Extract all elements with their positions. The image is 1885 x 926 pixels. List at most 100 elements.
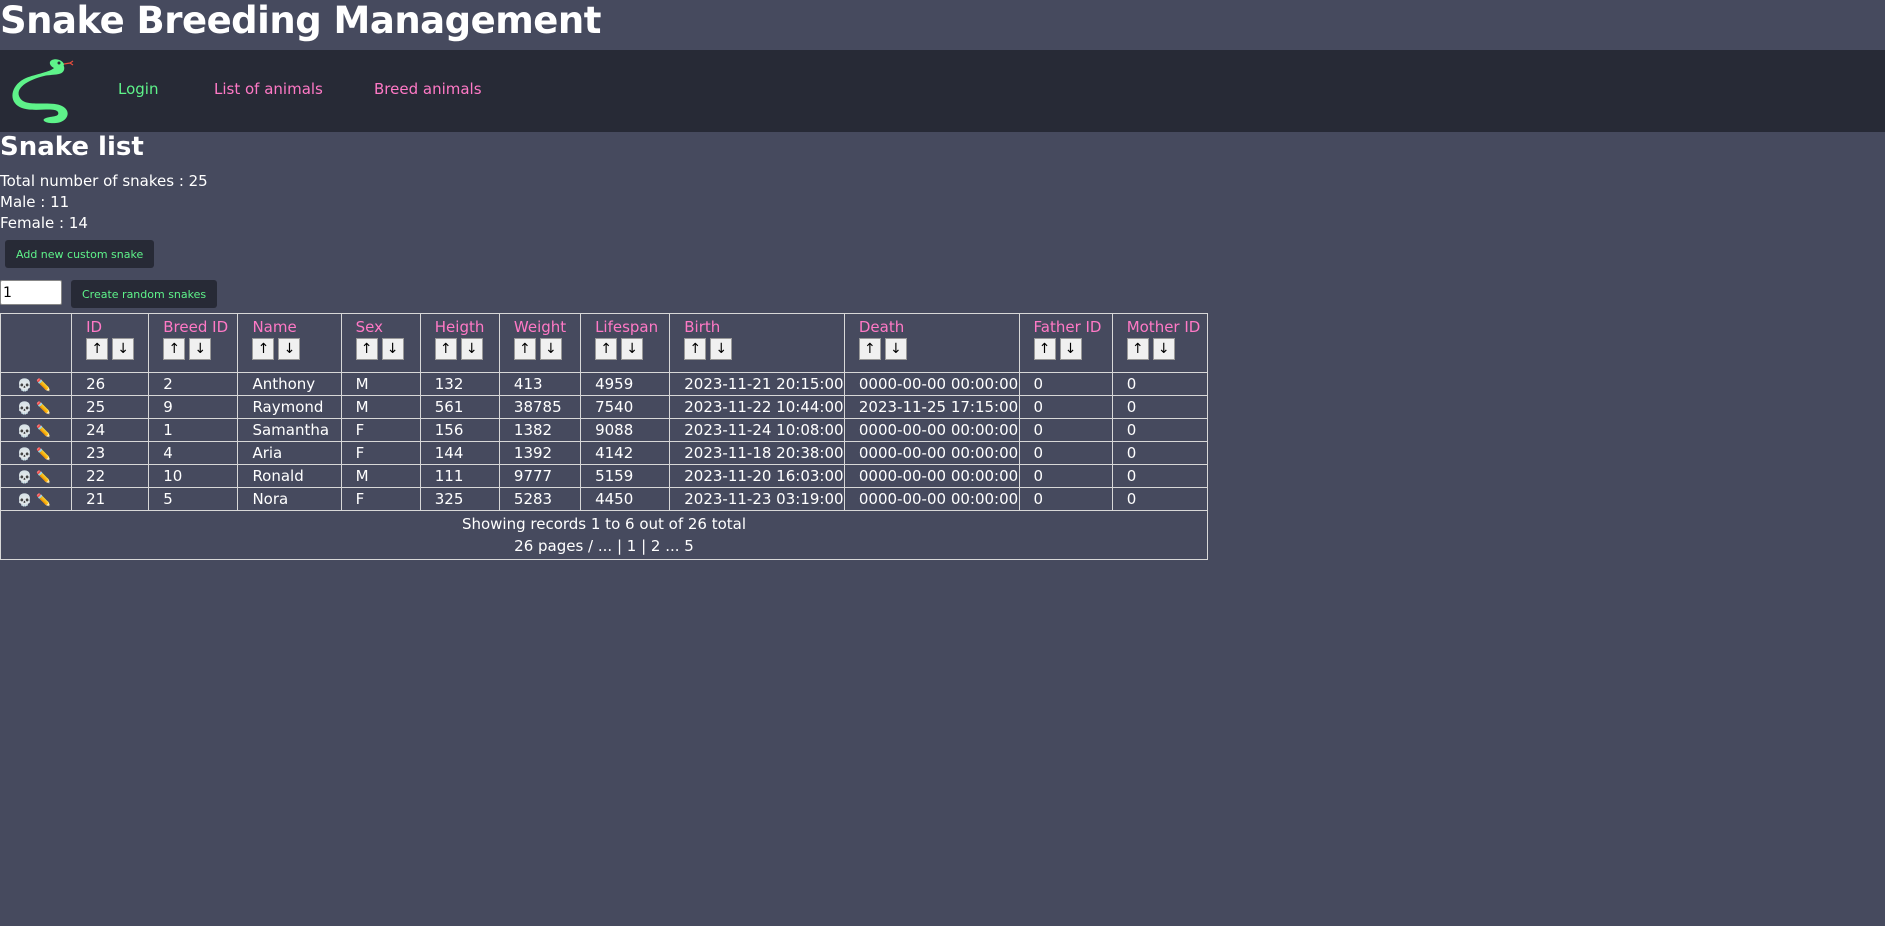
column-label: Lifespan (595, 318, 659, 336)
random-count-input[interactable] (0, 280, 62, 305)
column-label: Father ID (1033, 318, 1102, 336)
table-cell: 0 (1018, 441, 1113, 465)
table-cell: F (340, 418, 421, 442)
table-cell: Samantha (237, 418, 342, 442)
sort-ascending-button[interactable]: ↑ (1126, 338, 1149, 360)
table-cell: 0 (1018, 464, 1113, 488)
table-cell: 156 (419, 418, 500, 442)
table-cell: 2023-11-21 20:15:00 (669, 372, 845, 396)
nav-breed-animals-link[interactable]: Breed animals (374, 80, 482, 98)
table-cell: Aria (237, 441, 342, 465)
column-header-mother-id: Mother ID ↑ ↓ (1111, 313, 1209, 373)
edit-pencil-icon[interactable]: ✏️ (36, 447, 51, 461)
sort-buttons: ↑ ↓ (86, 338, 148, 360)
table-cell: 1 (148, 418, 239, 442)
column-label: Sex (355, 318, 383, 336)
edit-pencil-icon[interactable]: ✏️ (36, 470, 51, 484)
table-cell: 561 (419, 395, 500, 419)
records-summary: Showing records 1 to 6 out of 26 total (461, 515, 747, 533)
actions-column-header (0, 313, 73, 373)
table-row: 💀 ✏️ 22 10 Ronald M 111 9777 5159 2023-11-20 16:0… (0, 464, 1209, 488)
sort-descending-button[interactable]: ↓ (1152, 338, 1175, 360)
page-title: Snake list (0, 132, 144, 162)
column-label: Death (858, 318, 905, 336)
row-actions: 💀 ✏️ (0, 395, 73, 419)
sort-ascending-button[interactable]: ↑ (1033, 338, 1056, 360)
nav-login-link[interactable]: Login (118, 80, 158, 98)
edit-pencil-icon[interactable]: ✏️ (36, 378, 51, 392)
nav-list-animals-link[interactable]: List of animals (214, 80, 323, 98)
table-cell: 24 (71, 418, 150, 442)
table-cell: 2023-11-22 10:44:00 (669, 395, 845, 419)
sort-buttons: ↑ ↓ (252, 338, 340, 360)
table-cell: 25 (71, 395, 150, 419)
table-cell: 413 (498, 372, 582, 396)
table-cell: 4959 (580, 372, 671, 396)
sort-descending-button[interactable]: ↓ (189, 338, 212, 360)
sort-descending-button[interactable]: ↓ (1059, 338, 1082, 360)
sort-buttons: ↑ ↓ (595, 338, 669, 360)
sort-descending-button[interactable]: ↓ (381, 338, 404, 360)
column-header-heigth: Heigth ↑ ↓ (419, 313, 500, 373)
sort-descending-button[interactable]: ↓ (112, 338, 135, 360)
table-cell: 2023-11-18 20:38:00 (669, 441, 845, 465)
table-cell: 0 (1111, 418, 1209, 442)
table-cell: Ronald (237, 464, 342, 488)
pagination[interactable]: 26 pages / ... | 1 | 2 ... 5 (1, 535, 1207, 557)
sort-descending-button[interactable]: ↓ (460, 338, 483, 360)
table-cell: 9 (148, 395, 239, 419)
add-custom-snake-button[interactable]: Add new custom snake (5, 240, 155, 268)
sort-buttons: ↑ ↓ (355, 338, 420, 360)
table-cell: 23 (71, 441, 150, 465)
table-cell: 38785 (498, 395, 582, 419)
sort-ascending-button[interactable]: ↑ (595, 338, 618, 360)
column-header-lifespan: Lifespan ↑ ↓ (580, 313, 671, 373)
column-label: Name (252, 318, 297, 336)
sort-ascending-button[interactable]: ↑ (86, 338, 109, 360)
column-header-name: Name ↑ ↓ (237, 313, 342, 373)
sort-descending-button[interactable]: ↓ (884, 338, 907, 360)
table-row: 💀 ✏️ 23 4 Aria F 144 1392 4142 2023-11-18 20:38:0… (0, 441, 1209, 465)
sort-buttons: ↑ ↓ (684, 338, 844, 360)
table-cell: 144 (419, 441, 500, 465)
table-cell: 0000-00-00 00:00:00 (843, 464, 1020, 488)
row-actions: 💀 ✏️ (0, 487, 73, 511)
sort-ascending-button[interactable]: ↑ (434, 338, 457, 360)
delete-skull-icon[interactable]: 💀 (17, 424, 32, 438)
table-cell: 2023-11-25 17:15:00 (843, 395, 1020, 419)
sort-descending-button[interactable]: ↓ (278, 338, 301, 360)
table-cell: Nora (237, 487, 342, 511)
row-actions: 💀 ✏️ (0, 441, 73, 465)
table-cell: 22 (71, 464, 150, 488)
table-cell: M (340, 464, 421, 488)
sort-buttons: ↑ ↓ (858, 338, 1019, 360)
sort-ascending-button[interactable]: ↑ (252, 338, 275, 360)
sort-descending-button[interactable]: ↓ (539, 338, 562, 360)
delete-skull-icon[interactable]: 💀 (17, 378, 32, 392)
sort-buttons: ↑ ↓ (1126, 338, 1207, 360)
create-random-snakes-button[interactable]: Create random snakes (71, 280, 218, 308)
sort-ascending-button[interactable]: ↑ (684, 338, 707, 360)
sort-ascending-button[interactable]: ↑ (858, 338, 881, 360)
table-cell: 0 (1111, 441, 1209, 465)
table-cell: 1382 (498, 418, 582, 442)
edit-pencil-icon[interactable]: ✏️ (36, 424, 51, 438)
sort-descending-button[interactable]: ↓ (710, 338, 733, 360)
delete-skull-icon[interactable]: 💀 (17, 447, 32, 461)
edit-pencil-icon[interactable]: ✏️ (36, 493, 51, 507)
table-row: 💀 ✏️ 26 2 Anthony M 132 413 4959 2023-11-21 20:15… (0, 372, 1209, 396)
table-cell: 0 (1018, 372, 1113, 396)
sort-ascending-button[interactable]: ↑ (355, 338, 378, 360)
edit-pencil-icon[interactable]: ✏️ (36, 401, 51, 415)
sort-ascending-button[interactable]: ↑ (163, 338, 186, 360)
table-cell: 0000-00-00 00:00:00 (843, 418, 1020, 442)
table-cell: 5 (148, 487, 239, 511)
delete-skull-icon[interactable]: 💀 (17, 493, 32, 507)
delete-skull-icon[interactable]: 💀 (17, 470, 32, 484)
sort-ascending-button[interactable]: ↑ (513, 338, 536, 360)
column-label: Birth (684, 318, 721, 336)
table-cell: M (340, 395, 421, 419)
delete-skull-icon[interactable]: 💀 (17, 401, 32, 415)
male-count: Male : 11 (0, 193, 70, 211)
sort-descending-button[interactable]: ↓ (621, 338, 644, 360)
